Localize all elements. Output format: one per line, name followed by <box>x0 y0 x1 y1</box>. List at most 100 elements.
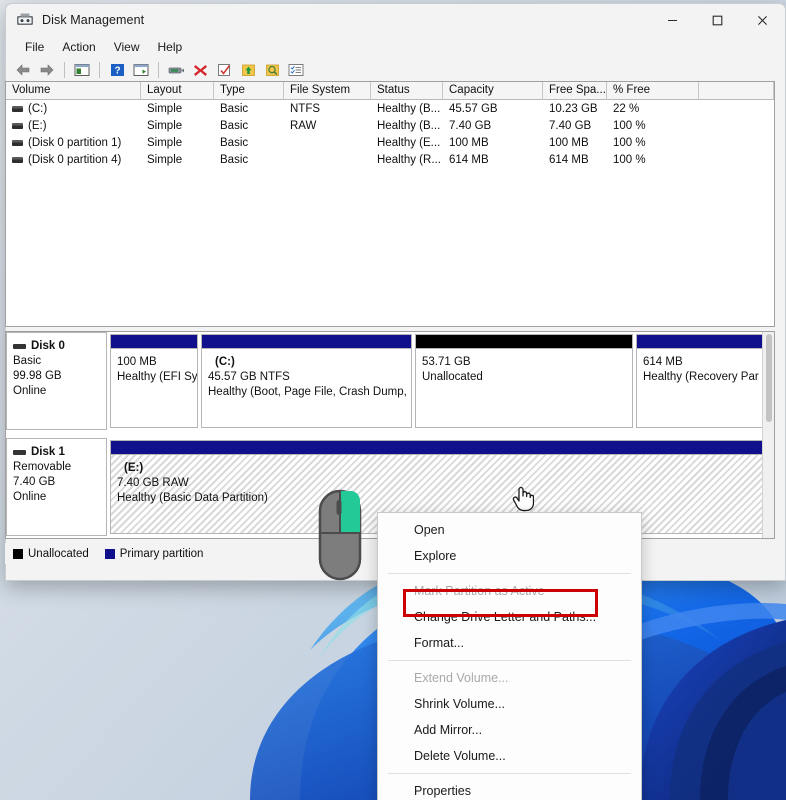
partition-status-label: Healthy (EFI Sy <box>117 371 198 383</box>
partition-unallocated[interactable]: 53.71 GB Unallocated <box>415 334 633 428</box>
menu-separator <box>388 573 631 574</box>
menu-item-explore[interactable]: Explore <box>378 543 641 569</box>
menu-item-shrink-volume[interactable]: Shrink Volume... <box>378 691 641 717</box>
rescan-disks-icon[interactable] <box>165 60 187 80</box>
partition-color-bar <box>111 441 763 455</box>
disk-name-label: Disk 1 <box>31 446 65 458</box>
cell-percent-free: 100 % <box>613 136 646 149</box>
close-button[interactable] <box>740 4 785 36</box>
scrollbar-thumb[interactable] <box>766 334 772 422</box>
partition-efi[interactable]: 100 MB Healthy (EFI Sy <box>110 334 198 428</box>
column-header-capacity[interactable]: Capacity <box>443 82 543 100</box>
column-header-free-space[interactable]: Free Spa... <box>543 82 607 100</box>
cell-status: Healthy (B... <box>377 102 441 115</box>
title-bar[interactable]: Disk Management <box>6 4 785 36</box>
table-row[interactable]: (Disk 0 partition 4) Simple Basic Health… <box>6 151 774 168</box>
partition-c[interactable]: (C:) 45.57 GB NTFS Healthy (Boot, Page F… <box>201 334 412 428</box>
help-icon[interactable]: ? <box>106 60 128 80</box>
column-header-blank[interactable] <box>699 82 774 100</box>
minimize-button[interactable] <box>650 4 695 36</box>
menu-item-properties[interactable]: Properties <box>378 778 641 800</box>
table-row[interactable]: (C:) Simple Basic NTFS Healthy (B... 45.… <box>6 100 774 117</box>
right-click-mouse-illustration <box>318 489 362 586</box>
menu-item-add-mirror[interactable]: Add Mirror... <box>378 717 641 743</box>
menu-help[interactable]: Help <box>149 38 192 56</box>
legend-item-unallocated: Unallocated <box>13 548 89 560</box>
partition-body: (C:) 45.57 GB NTFS Healthy (Boot, Page F… <box>202 349 411 400</box>
partition-color-bar <box>416 335 632 349</box>
delete-volume-icon[interactable] <box>189 60 211 80</box>
table-row[interactable]: (E:) Simple Basic RAW Healthy (B... 7.40… <box>6 117 774 134</box>
menu-file[interactable]: File <box>16 38 53 56</box>
cell-volume: (Disk 0 partition 1) <box>6 137 141 149</box>
cell-volume: (E:) <box>6 120 141 132</box>
menu-item-format[interactable]: Format... <box>378 630 641 656</box>
find-icon[interactable] <box>261 60 283 80</box>
show-hide-action-pane-icon[interactable] <box>130 60 152 80</box>
list-view-icon[interactable] <box>285 60 307 80</box>
menu-separator <box>388 773 631 774</box>
toolbar-separator <box>64 62 65 78</box>
menu-view[interactable]: View <box>105 38 149 56</box>
column-header-status[interactable]: Status <box>371 82 443 100</box>
cell-percent-free: 22 % <box>613 102 640 115</box>
disk-state-label: Online <box>13 385 47 397</box>
menu-action[interactable]: Action <box>53 38 104 56</box>
volume-icon <box>12 105 23 112</box>
cell-type: Basic <box>220 119 249 132</box>
properties-icon[interactable] <box>213 60 235 80</box>
cell-file-system: NTFS <box>290 102 321 115</box>
cell-volume-label: (Disk 0 partition 1) <box>28 136 122 149</box>
column-header-type[interactable]: Type <box>214 82 284 100</box>
cell-file-system: RAW <box>290 119 317 132</box>
column-header-layout[interactable]: Layout <box>141 82 214 100</box>
partition-status-label: Unallocated <box>422 371 483 383</box>
toolbar: ? <box>6 58 785 82</box>
disk-kind-label: Removable <box>13 461 72 473</box>
cell-capacity: 614 MB <box>449 153 489 166</box>
table-row[interactable]: (Disk 0 partition 1) Simple Basic Health… <box>6 134 774 151</box>
partition-recovery[interactable]: 614 MB Healthy (Recovery Par <box>636 334 767 428</box>
partition-size-label: 614 MB <box>643 356 683 368</box>
disk-kind-label: Basic <box>13 355 42 367</box>
partition-size-label: 53.71 GB <box>422 356 471 368</box>
disk-info-1[interactable]: Disk 1 Removable 7.40 GB Online <box>6 438 107 536</box>
disk-row-0: Disk 0 Basic 99.98 GB Online 100 MB Heal… <box>6 332 774 430</box>
cell-percent-free: 100 % <box>613 153 646 166</box>
partition-status-label: Healthy (Recovery Par <box>643 371 759 383</box>
disk-title-0: Disk 0 <box>13 339 106 354</box>
cell-volume-label: (C:) <box>28 102 48 115</box>
column-header-file-system[interactable]: File System <box>284 82 371 100</box>
menu-item-open[interactable]: Open <box>378 517 641 543</box>
column-header-percent-free[interactable]: % Free <box>607 82 699 100</box>
column-header-volume[interactable]: Volume <box>6 82 141 100</box>
show-hide-console-tree-icon[interactable] <box>71 60 93 80</box>
menu-item-mark-partition-as-active: Mark Partition as Active <box>414 584 545 598</box>
forward-arrow-icon[interactable] <box>36 60 58 80</box>
legend-label-primary: Primary partition <box>119 547 204 560</box>
cell-free-space: 10.23 GB <box>549 102 598 115</box>
volume-icon <box>12 156 23 163</box>
cell-layout: Simple <box>147 136 183 149</box>
partition-color-bar <box>637 335 766 349</box>
cell-type: Basic <box>220 102 249 115</box>
cell-percent-free: 100 % <box>613 119 646 132</box>
disk-state-label: Online <box>13 491 47 503</box>
volume-list-pane: Volume Layout Type File System Status Ca… <box>5 81 775 327</box>
disk-pane-scrollbar[interactable] <box>762 332 774 538</box>
export-list-icon[interactable] <box>237 60 259 80</box>
menu-separator <box>388 660 631 661</box>
disk-info-0[interactable]: Disk 0 Basic 99.98 GB Online <box>6 332 107 430</box>
menu-item-extend-volume: Extend Volume... <box>414 671 509 685</box>
cell-capacity: 100 MB <box>449 136 489 149</box>
menu-item-change-drive-letter-and-paths[interactable]: Change Drive Letter and Paths... <box>378 604 641 630</box>
cell-free-space: 614 MB <box>549 153 589 166</box>
maximize-button[interactable] <box>695 4 740 36</box>
cell-type: Basic <box>220 136 249 149</box>
legend-item-primary: Primary partition <box>104 547 204 560</box>
back-arrow-icon[interactable] <box>12 60 34 80</box>
partition-drive-label: (C:) <box>215 356 235 368</box>
volume-icon <box>12 122 23 129</box>
menu-item-delete-volume[interactable]: Delete Volume... <box>378 743 641 769</box>
disk-icon <box>13 344 26 349</box>
